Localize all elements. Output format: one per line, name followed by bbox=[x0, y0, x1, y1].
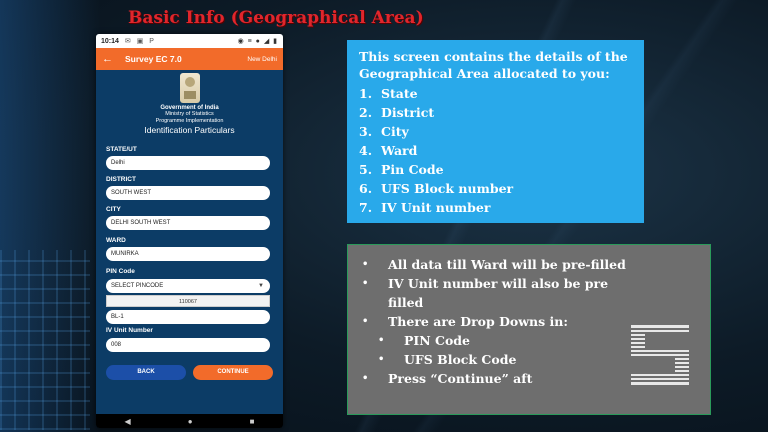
nav-back-icon[interactable]: ◀ bbox=[125, 417, 131, 426]
note-item-continued: filled bbox=[388, 295, 424, 310]
note-item: • All data till Ward will be pre-filled bbox=[362, 257, 626, 272]
nav-recent-icon[interactable]: ■ bbox=[250, 417, 255, 426]
app-bar: ← Survey EC 7.0 New Delhi bbox=[96, 48, 283, 70]
back-button[interactable]: BACK bbox=[106, 365, 186, 380]
ufs-block-field[interactable]: BL-1 bbox=[106, 310, 270, 324]
info-intro: This screen contains the details of the … bbox=[359, 49, 628, 81]
background-grid bbox=[0, 250, 90, 430]
ward-label: WARD bbox=[106, 237, 126, 244]
note-item: • IV Unit number will also be pre bbox=[362, 276, 609, 291]
gov-header: Government of India Ministry of Statisti… bbox=[96, 70, 283, 140]
ministry-line2: Programme Implementation bbox=[155, 117, 224, 124]
nav-home-icon[interactable]: ● bbox=[188, 417, 193, 426]
state-field[interactable]: Delhi bbox=[106, 156, 270, 170]
district-label: DISTRICT bbox=[106, 176, 136, 183]
list-item: 6. UFS Block number bbox=[359, 181, 514, 196]
app-title: Survey EC 7.0 bbox=[125, 54, 182, 64]
list-item: 3. City bbox=[359, 124, 409, 139]
iv-unit-field[interactable]: 008 bbox=[106, 338, 270, 352]
striped-s-logo-icon bbox=[631, 325, 689, 385]
status-bar: 10:14 ✉ ▣ P ◉ ≡ ● ◢ ▮ bbox=[96, 34, 283, 48]
phone-screen: 10:14 ✉ ▣ P ◉ ≡ ● ◢ ▮ ← Survey EC 7.0 Ne… bbox=[96, 34, 283, 428]
list-item: 2. District bbox=[359, 105, 435, 120]
list-item: 4. Ward bbox=[359, 143, 418, 158]
national-emblem-icon bbox=[179, 73, 200, 103]
slide-title: Basic Info (Geographical Area) bbox=[128, 8, 424, 28]
pincode-option[interactable]: 110067 bbox=[106, 295, 270, 307]
state-label: STATE/UT bbox=[106, 146, 137, 153]
district-field[interactable]: SOUTH WEST bbox=[106, 186, 270, 200]
android-nav-bar: ◀ ● ■ bbox=[96, 414, 283, 428]
continue-button[interactable]: CONTINUE bbox=[193, 365, 273, 380]
list-item: 7. IV Unit number bbox=[359, 200, 491, 215]
ward-field[interactable]: MUNIRKA bbox=[106, 247, 270, 261]
pincode-selected: SELECT PINCODE bbox=[111, 283, 164, 289]
info-list: 1. State 2. District 3. City 4. Ward 5. Pin C… bbox=[359, 84, 632, 217]
status-time: 10:14 bbox=[101, 37, 119, 45]
caret-down-icon: ▼ bbox=[258, 283, 264, 289]
list-item: 5. Pin Code bbox=[359, 162, 444, 177]
list-item: 1. State bbox=[359, 86, 418, 101]
notification-icons: ✉ ▣ P bbox=[124, 38, 156, 45]
city-field[interactable]: DELHI SOUTH WEST bbox=[106, 216, 270, 230]
app-location: New Delhi bbox=[247, 55, 277, 63]
system-icons: ◉ ≡ ● ◢ ▮ bbox=[237, 38, 278, 45]
pin-label: PIN Code bbox=[106, 268, 135, 275]
section-title: Identification Particulars bbox=[144, 125, 235, 135]
info-box: This screen contains the details of the … bbox=[347, 40, 644, 223]
iv-unit-label: IV Unit Number bbox=[106, 327, 153, 334]
city-label: CITY bbox=[106, 206, 121, 213]
pincode-select[interactable]: SELECT PINCODE ▼ bbox=[106, 279, 270, 293]
back-arrow-icon[interactable]: ← bbox=[102, 53, 113, 65]
